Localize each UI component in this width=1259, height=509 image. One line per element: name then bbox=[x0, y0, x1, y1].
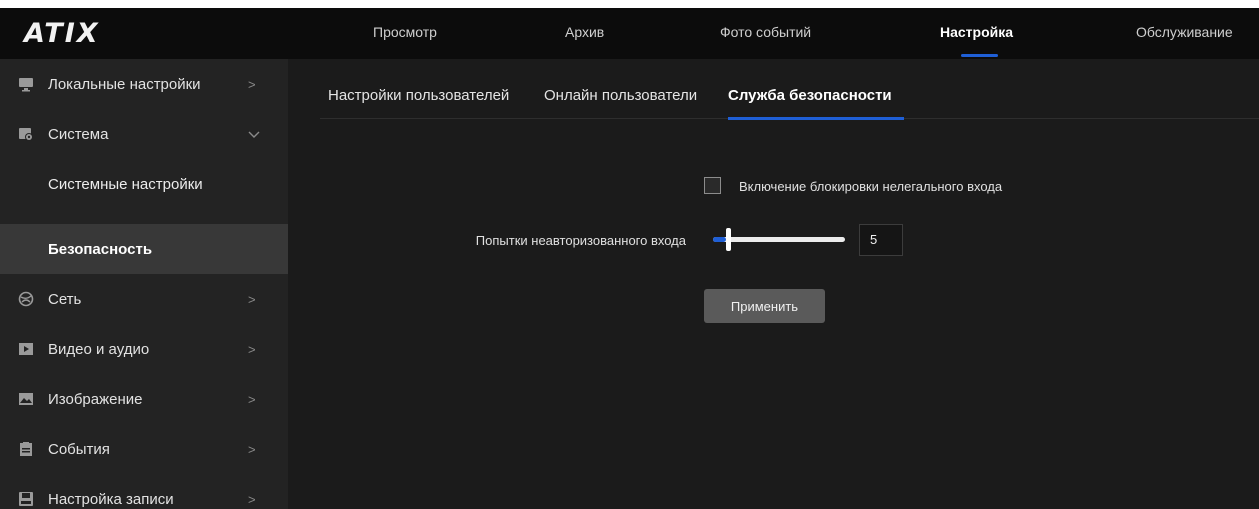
sidebar-item-image[interactable]: Изображение > bbox=[0, 374, 288, 424]
atix-logo: ATIX bbox=[24, 18, 100, 49]
sidebar: Локальные настройки > Система Системные … bbox=[0, 59, 288, 509]
tab-active-indicator bbox=[728, 117, 904, 120]
login-attempts-slider-handle[interactable] bbox=[726, 228, 732, 251]
chevron-right-icon: > bbox=[248, 76, 256, 92]
sidebar-item-label: События bbox=[48, 440, 110, 458]
illegal-login-lock-label: Включение блокировки нелегального входа bbox=[739, 179, 1003, 194]
chevron-right-icon: > bbox=[248, 441, 256, 457]
top-navigation-bar: ATIX Просмотр Архив Фото событий Настрой… bbox=[0, 8, 1259, 59]
video-icon bbox=[18, 341, 34, 357]
login-attempts-label: Попытки неавторизованного входа bbox=[475, 233, 686, 248]
login-attempts-value-field[interactable]: 5 bbox=[859, 224, 903, 256]
login-attempts-slider-fill bbox=[713, 237, 727, 242]
sidebar-item-security[interactable]: Безопасность bbox=[0, 224, 288, 274]
nav-active-indicator bbox=[961, 54, 998, 57]
network-icon bbox=[18, 291, 34, 307]
nav-maintenance[interactable]: Обслуживание bbox=[1136, 24, 1233, 40]
chevron-right-icon: > bbox=[248, 391, 256, 407]
storage-disk-icon bbox=[18, 491, 34, 507]
sidebar-item-system[interactable]: Система bbox=[0, 109, 288, 159]
sidebar-item-video-audio[interactable]: Видео и аудио > bbox=[0, 324, 288, 374]
sidebar-item-label: Локальные настройки bbox=[48, 75, 201, 93]
sidebar-item-label: Системные настройки bbox=[48, 175, 203, 193]
tab-online-users[interactable]: Онлайн пользователи bbox=[544, 87, 697, 104]
login-attempts-slider[interactable] bbox=[713, 237, 845, 242]
chevron-down-icon bbox=[248, 127, 260, 142]
system-gear-icon bbox=[18, 126, 34, 142]
image-icon bbox=[18, 391, 34, 407]
sidebar-item-recording-settings[interactable]: Настройка записи > bbox=[0, 474, 288, 509]
tab-user-settings[interactable]: Настройки пользователей bbox=[328, 87, 509, 104]
sidebar-item-label: Видео и аудио bbox=[48, 340, 150, 358]
nav-archive[interactable]: Архив bbox=[565, 24, 604, 40]
sidebar-item-local-settings[interactable]: Локальные настройки > bbox=[0, 59, 288, 109]
tab-security-service[interactable]: Служба безопасности bbox=[728, 87, 892, 104]
sidebar-item-events[interactable]: События > bbox=[0, 424, 288, 474]
nav-event-photos[interactable]: Фото событий bbox=[720, 24, 811, 40]
sidebar-item-label: Безопасность bbox=[48, 240, 153, 258]
nav-view[interactable]: Просмотр bbox=[373, 24, 437, 40]
sidebar-item-network[interactable]: Сеть > bbox=[0, 274, 288, 324]
sidebar-item-label: Изображение bbox=[48, 390, 143, 408]
nav-settings[interactable]: Настройка bbox=[940, 24, 1013, 40]
chevron-right-icon: > bbox=[248, 491, 256, 507]
events-clipboard-icon bbox=[18, 441, 34, 457]
sidebar-item-label: Система bbox=[48, 125, 109, 143]
main-content: Настройки пользователей Онлайн пользоват… bbox=[288, 59, 1259, 509]
illegal-login-lock-checkbox[interactable] bbox=[704, 177, 721, 194]
sidebar-item-label: Сеть bbox=[48, 290, 82, 308]
sidebar-item-label: Настройка записи bbox=[48, 490, 174, 508]
chevron-right-icon: > bbox=[248, 291, 256, 307]
chevron-right-icon: > bbox=[248, 341, 256, 357]
sidebar-item-system-settings[interactable]: Системные настройки bbox=[0, 159, 288, 209]
apply-button[interactable]: Применить bbox=[704, 289, 825, 323]
app-window: ATIX Просмотр Архив Фото событий Настрой… bbox=[0, 8, 1259, 509]
monitor-icon bbox=[18, 76, 34, 92]
